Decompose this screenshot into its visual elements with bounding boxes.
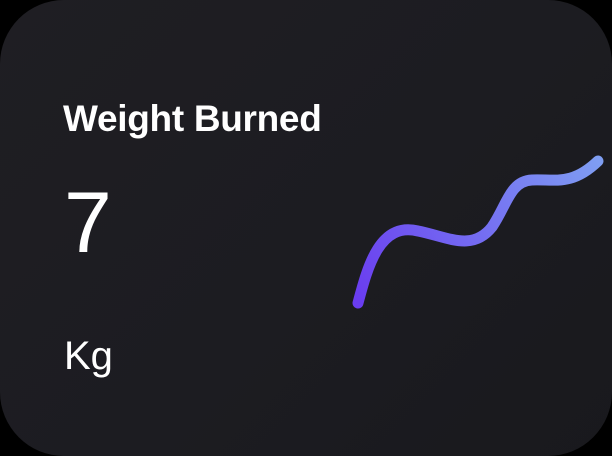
metric-value: 7 xyxy=(64,175,112,271)
metric-unit: Kg xyxy=(64,334,113,378)
sparkline-trend-icon xyxy=(352,155,604,309)
weight-burned-card: Weight Burned 7 Kg xyxy=(0,0,612,456)
card-title: Weight Burned xyxy=(63,98,322,139)
sparkline-path xyxy=(352,155,604,309)
